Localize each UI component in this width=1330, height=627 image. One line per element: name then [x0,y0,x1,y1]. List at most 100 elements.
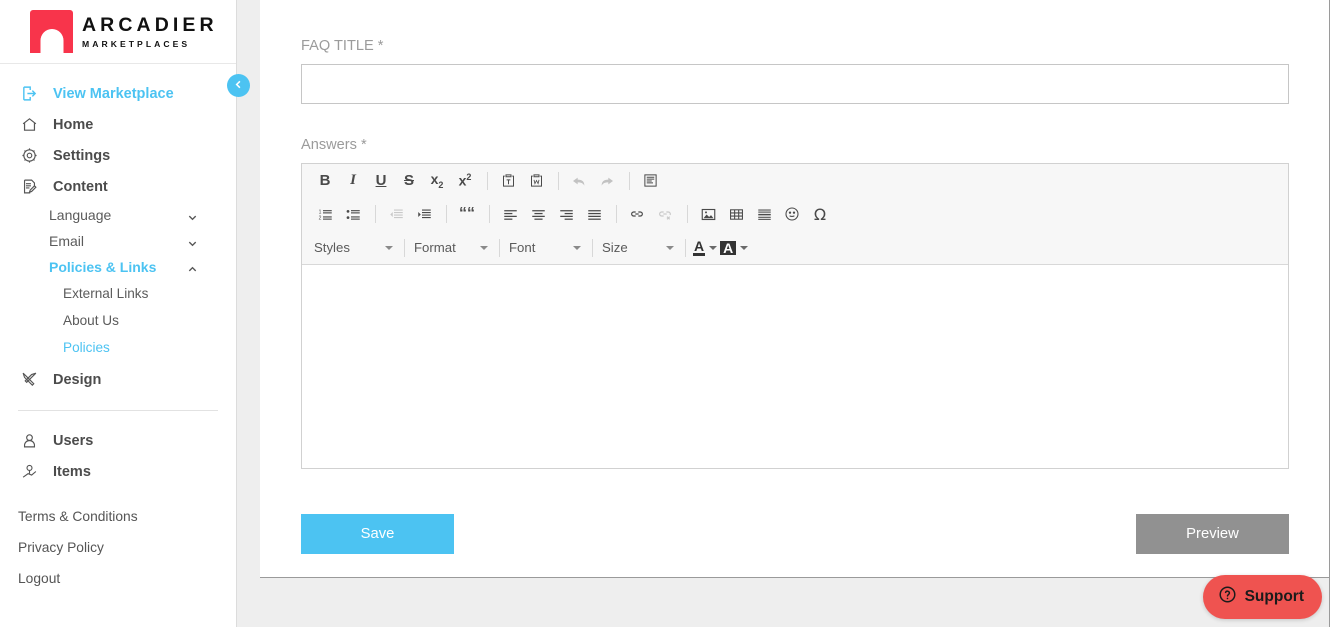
toolbar-separator [404,238,405,257]
numbered-list-icon[interactable]: 1 2 [312,202,338,226]
indent-icon[interactable] [411,202,437,226]
footer-link-terms-and-conditions[interactable]: Terms & Conditions [0,501,236,532]
show-blocks-icon[interactable] [637,169,663,193]
sidebar-item-label: Items [53,463,91,480]
question-circle-icon [1218,585,1237,609]
text-color-dropdown[interactable]: A [693,237,718,256]
sidebar-collapse-toggle[interactable] [227,74,250,97]
chevron-left-icon [233,77,244,95]
sidebar-subitem-label: Policies [63,340,110,355]
items-box-icon [18,462,40,482]
align-justify-icon[interactable] [581,202,607,226]
strikethrough-icon[interactable]: S [396,169,422,193]
horizontal-rule-icon[interactable] [751,202,777,226]
italic-icon[interactable]: I [340,169,366,193]
footer-link-privacy-policy[interactable]: Privacy Policy [0,532,236,563]
editor-toolbar-row-3: Styles Format Font Size A A [302,231,1288,264]
sidebar-item-view-marketplace[interactable]: View Marketplace [0,78,236,109]
styles-dropdown-label: Styles [314,240,350,255]
unlink-icon [652,202,678,226]
font-dropdown-label: Font [509,240,536,255]
undo-icon [566,169,592,193]
sidebar-item-label: Home [53,116,94,133]
sidebar-item-items[interactable]: Items [0,456,236,487]
toolbar-separator [685,238,686,257]
special-character-icon[interactable]: Ω [807,202,833,226]
chevron-down-icon [740,245,749,250]
sidebar-item-label: Users [53,432,94,449]
chevron-down-icon [573,245,581,250]
answers-editor-body[interactable] [302,265,1288,468]
smiley-icon[interactable] [779,202,805,226]
toolbar-separator [592,238,593,257]
sidebar-subitem-label: Policies & Links [49,259,157,275]
styles-dropdown[interactable]: Styles [312,237,397,259]
toolbar-separator [558,171,559,190]
rich-text-editor: B I U S x2 x2 1 2 ““ Ω Styles Format Fon… [301,163,1289,469]
editor-toolbar-row-1: B I U S x2 x2 [302,164,1288,197]
background-color-dropdown[interactable]: A [720,240,749,255]
login-arrow-icon [18,84,40,104]
size-dropdown[interactable]: Size [600,237,678,259]
form-actions: Save Preview [301,514,1289,554]
sidebar-item-label: View Marketplace [53,85,174,102]
sidebar-subitem-external-links[interactable]: External Links [0,280,236,307]
sidebar-subitem-about-us[interactable]: About Us [0,307,236,334]
image-icon[interactable] [695,202,721,226]
sidebar-item-users[interactable]: Users [0,425,236,456]
brand-tagline: MARKETPLACES [82,38,191,49]
chevron-down-icon [187,236,198,247]
save-button[interactable]: Save [301,514,454,554]
design-tools-icon [18,370,40,390]
toolbar-separator [499,238,500,257]
link-icon[interactable] [624,202,650,226]
bold-icon[interactable]: B [312,169,338,193]
footer-link-logout[interactable]: Logout [0,563,236,594]
superscript-icon[interactable]: x2 [452,169,478,193]
toolbar-separator [487,171,488,190]
bulleted-list-icon[interactable] [340,202,366,226]
preview-button[interactable]: Preview [1136,514,1289,554]
sidebar-subitem-email[interactable]: Email [0,228,236,254]
sidebar-item-home[interactable]: Home [0,109,236,140]
format-dropdown[interactable]: Format [412,237,492,259]
support-button[interactable]: Support [1202,575,1322,619]
font-dropdown[interactable]: Font [507,237,585,259]
table-icon[interactable] [723,202,749,226]
chevron-down-icon [187,210,198,221]
brand-name: ARCADIER [82,14,218,37]
align-left-icon[interactable] [497,202,523,226]
faq-title-input[interactable] [301,64,1289,104]
svg-text:2: 2 [318,215,321,221]
sidebar-item-content[interactable]: Content [0,171,236,202]
toolbar-separator [616,205,617,223]
paste-as-text-icon[interactable] [495,169,521,193]
sidebar-item-label: Design [53,371,102,388]
sidebar-item-design[interactable]: Design [0,364,236,395]
sidebar-item-settings[interactable]: Settings [0,140,236,171]
redo-icon [594,169,620,193]
faq-form-card: FAQ TITLE * Answers * B I U S x2 x2 1 2 … [260,0,1330,578]
faq-title-label: FAQ TITLE * [301,38,384,54]
paste-from-word-icon[interactable] [523,169,549,193]
sidebar-subitem-language[interactable]: Language [0,202,236,228]
align-center-icon[interactable] [525,202,551,226]
sidebar-divider [18,410,218,411]
answers-label: Answers * [301,137,367,153]
footer-link-label: Privacy Policy [18,540,104,555]
brand-logo[interactable]: ARCADIER MARKETPLACES [0,0,236,64]
sidebar-subitem-policies-and-links[interactable]: Policies & Links [0,254,236,280]
underline-icon[interactable]: U [368,169,394,193]
sidebar-subitem-policies[interactable]: Policies [0,334,236,361]
sidebar-subitem-label: External Links [63,286,149,301]
footer-link-label: Terms & Conditions [18,509,138,524]
main-content: FAQ TITLE * Answers * B I U S x2 x2 1 2 … [260,0,1330,627]
align-right-icon[interactable] [553,202,579,226]
toolbar-separator [489,205,490,223]
text-color-label: A [693,237,706,256]
format-dropdown-label: Format [414,240,456,255]
blockquote-icon[interactable]: ““ [454,202,480,226]
subscript-icon[interactable]: x2 [424,169,450,193]
chevron-down-icon [666,245,674,250]
sidebar-subitem-label: Language [49,207,112,223]
